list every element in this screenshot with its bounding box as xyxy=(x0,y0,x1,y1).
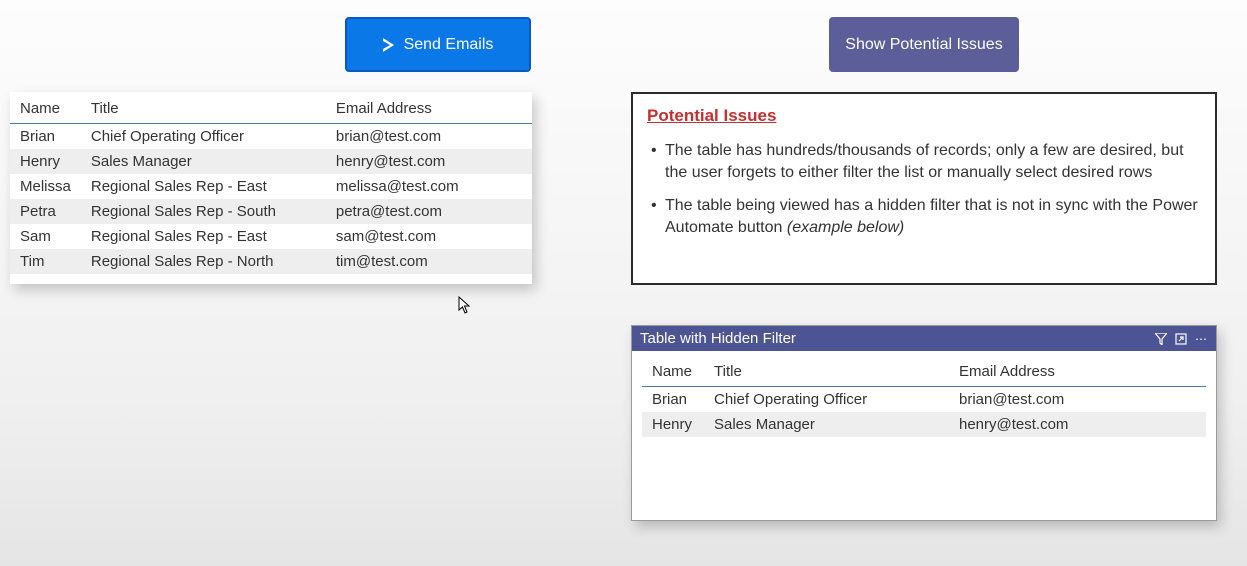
cell-email: brian@test.com xyxy=(326,124,532,150)
table-row[interactable]: Melissa Regional Sales Rep - East meliss… xyxy=(10,174,532,199)
potential-issues-panel: Potential Issues The table has hundreds/… xyxy=(631,92,1217,285)
cell-email: henry@test.com xyxy=(949,412,1206,437)
cell-email: melissa@test.com xyxy=(326,174,532,199)
header-title: Title xyxy=(81,92,326,124)
table-row[interactable]: Petra Regional Sales Rep - South petra@t… xyxy=(10,199,532,224)
funnel-icon[interactable] xyxy=(1154,332,1168,346)
cell-name: Sam xyxy=(10,224,81,249)
cell-title: Regional Sales Rep - South xyxy=(81,199,326,224)
filtered-table-panel: Table with Hidden Filter ⋯ Name Title Em… xyxy=(631,325,1217,521)
cell-title: Regional Sales Rep - East xyxy=(81,174,326,199)
cell-name: Tim xyxy=(10,249,81,274)
more-icon[interactable]: ⋯ xyxy=(1194,332,1208,346)
cell-title: Chief Operating Officer xyxy=(81,124,326,150)
table-row[interactable]: Sam Regional Sales Rep - East sam@test.c… xyxy=(10,224,532,249)
table-row[interactable]: Brian Chief Operating Officer brian@test… xyxy=(10,124,532,150)
cell-name: Henry xyxy=(10,149,81,174)
issue-item: The table has hundreds/thousands of reco… xyxy=(647,140,1201,183)
show-issues-label: Show Potential Issues xyxy=(845,36,1002,54)
cell-title: Chief Operating Officer xyxy=(704,387,949,413)
cell-name: Melissa xyxy=(10,174,81,199)
send-emails-button[interactable]: Send Emails xyxy=(345,17,531,72)
issues-title: Potential Issues xyxy=(647,106,1201,126)
show-issues-button[interactable]: Show Potential Issues xyxy=(829,17,1019,72)
header-name: Name xyxy=(10,92,81,124)
issue-item: The table being viewed has a hidden filt… xyxy=(647,195,1201,238)
table-row[interactable]: Henry Sales Manager henry@test.com xyxy=(10,149,532,174)
popout-icon[interactable] xyxy=(1174,332,1188,346)
header-email: Email Address xyxy=(326,92,532,124)
cell-name: Henry xyxy=(642,412,704,437)
header-email: Email Address xyxy=(949,355,1206,387)
header-name: Name xyxy=(642,355,704,387)
issue-example: (example below) xyxy=(787,219,904,236)
cell-name: Brian xyxy=(10,124,81,150)
cell-title: Regional Sales Rep - East xyxy=(81,224,326,249)
cell-email: sam@test.com xyxy=(326,224,532,249)
cell-email: petra@test.com xyxy=(326,199,532,224)
cell-email: brian@test.com xyxy=(949,387,1206,413)
contacts-table: Name Title Email Address Brian Chief Ope… xyxy=(10,92,532,274)
issue-text: The table being viewed has a hidden filt… xyxy=(665,197,1198,236)
cell-title: Sales Manager xyxy=(81,149,326,174)
play-icon xyxy=(383,38,394,52)
cell-title: Regional Sales Rep - North xyxy=(81,249,326,274)
contacts-table-panel: Name Title Email Address Brian Chief Ope… xyxy=(10,92,532,284)
table-row[interactable]: Henry Sales Manager henry@test.com xyxy=(642,412,1206,437)
table-row[interactable]: Tim Regional Sales Rep - North tim@test.… xyxy=(10,249,532,274)
send-emails-label: Send Emails xyxy=(404,36,494,54)
cursor-icon xyxy=(458,296,472,314)
cell-email: henry@test.com xyxy=(326,149,532,174)
cell-email: tim@test.com xyxy=(326,249,532,274)
filtered-table-title: Table with Hidden Filter xyxy=(640,330,1154,347)
header-title: Title xyxy=(704,355,949,387)
filtered-table-header: Table with Hidden Filter ⋯ xyxy=(632,326,1216,351)
table-row[interactable]: Brian Chief Operating Officer brian@test… xyxy=(642,387,1206,413)
cell-name: Brian xyxy=(642,387,704,413)
cell-name: Petra xyxy=(10,199,81,224)
filtered-table: Name Title Email Address Brian Chief Ope… xyxy=(642,355,1206,437)
cell-title: Sales Manager xyxy=(704,412,949,437)
